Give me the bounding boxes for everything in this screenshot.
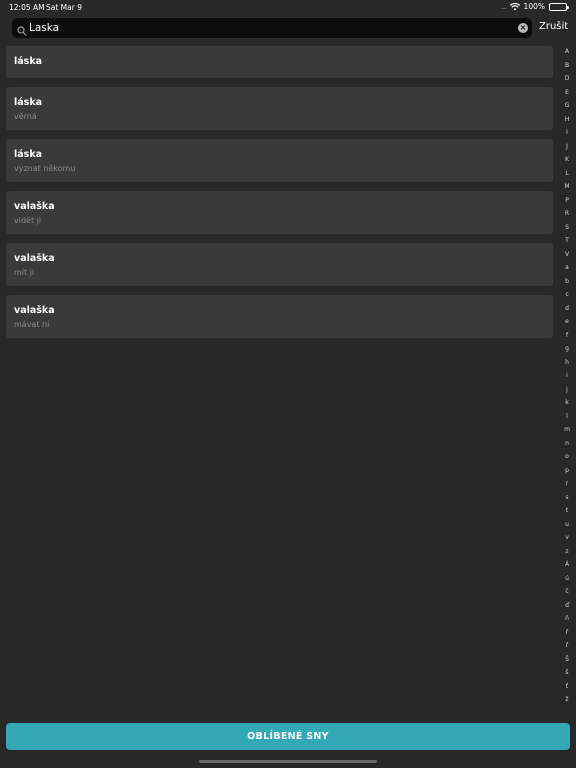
result-subtitle: věrná: [14, 112, 37, 121]
index-letter[interactable]: D: [565, 75, 570, 82]
index-letter[interactable]: s: [565, 494, 568, 501]
status-indicators: .... 100%: [500, 2, 569, 11]
result-word: valaška: [14, 201, 55, 212]
search-icon: [17, 22, 27, 41]
index-letter[interactable]: S: [565, 224, 569, 231]
index-letter[interactable]: i: [566, 372, 568, 379]
index-letter[interactable]: e: [565, 318, 569, 325]
index-letter[interactable]: H: [565, 116, 570, 123]
index-letter[interactable]: Á: [565, 561, 569, 568]
index-letter[interactable]: n: [565, 440, 569, 447]
index-letter[interactable]: u: [565, 521, 569, 528]
result-item[interactable]: láska věrná: [6, 87, 553, 130]
index-letter[interactable]: E: [565, 89, 569, 96]
index-letter[interactable]: g: [565, 345, 569, 352]
index-letter[interactable]: č: [565, 588, 568, 595]
cellular-signal-icon: ....: [500, 2, 507, 11]
status-date: Sat Mar 9: [46, 3, 82, 12]
index-letter[interactable]: l: [566, 413, 568, 420]
index-letter[interactable]: p: [565, 467, 569, 474]
index-letter[interactable]: ž: [565, 696, 568, 703]
favorite-dreams-button[interactable]: OBLÍBENÉ SNY: [6, 723, 570, 750]
result-word: láska: [14, 97, 43, 108]
result-subtitle: vyznat někomu: [14, 164, 76, 173]
index-letter[interactable]: Š: [565, 656, 569, 663]
index-letter[interactable]: K: [565, 156, 569, 163]
index-letter[interactable]: J: [566, 143, 568, 150]
result-word: valaška: [14, 253, 55, 264]
index-letter[interactable]: j: [566, 386, 568, 393]
result-word: láska: [14, 149, 43, 160]
result-subtitle: mít ji: [14, 268, 35, 277]
index-letter[interactable]: a: [565, 264, 569, 271]
index-letter[interactable]: M: [564, 183, 569, 190]
result-item[interactable]: valaška vidět ji: [6, 191, 553, 234]
result-subtitle: mávat ní: [14, 320, 50, 329]
index-letter[interactable]: P: [565, 197, 569, 204]
battery-icon: [549, 2, 569, 11]
status-time: 12:05 AM: [9, 3, 45, 12]
index-letter[interactable]: ď: [565, 602, 569, 609]
index-letter[interactable]: I: [566, 129, 568, 136]
index-letter[interactable]: c: [565, 291, 568, 298]
index-letter[interactable]: R: [565, 210, 569, 217]
index-letter[interactable]: h: [565, 359, 569, 366]
result-item[interactable]: valaška mávat ní: [6, 295, 553, 338]
index-letter[interactable]: L: [565, 170, 568, 177]
search-bar[interactable]: ×: [12, 18, 532, 38]
index-letter[interactable]: k: [565, 399, 568, 406]
index-letter[interactable]: z: [565, 548, 568, 555]
home-indicator: [199, 760, 377, 763]
index-letter[interactable]: V: [565, 251, 569, 258]
battery-percent: 100%: [523, 2, 545, 11]
result-item[interactable]: láska vyznat někomu: [6, 139, 553, 182]
index-letter[interactable]: m: [564, 426, 570, 433]
index-letter[interactable]: f: [566, 332, 568, 339]
cancel-button[interactable]: Zrušit: [539, 21, 568, 32]
index-letter[interactable]: ň: [565, 615, 569, 622]
index-letter[interactable]: B: [565, 62, 569, 69]
index-letter[interactable]: ú: [565, 575, 569, 582]
index-letter[interactable]: A: [565, 48, 569, 55]
status-bar: 12:05 AM Sat Mar 9 .... 100%: [0, 0, 576, 14]
result-item[interactable]: valaška mít ji: [6, 243, 553, 286]
index-letter[interactable]: r: [566, 480, 568, 487]
wifi-icon: [509, 2, 520, 11]
index-letter[interactable]: ť: [566, 683, 568, 690]
result-subtitle: vidět ji: [14, 216, 42, 225]
index-letter[interactable]: b: [565, 278, 569, 285]
index-letter[interactable]: ř: [566, 642, 568, 649]
index-letter[interactable]: ř: [566, 629, 568, 636]
index-letter[interactable]: T: [565, 237, 569, 244]
index-letter[interactable]: š: [565, 669, 568, 676]
index-letter[interactable]: o: [565, 453, 569, 460]
index-letter[interactable]: t: [566, 507, 568, 514]
clear-search-icon[interactable]: ×: [518, 23, 528, 33]
results-list: láska láska věrná láska vyznat někomu va…: [6, 46, 553, 347]
result-word: láska: [14, 56, 43, 67]
search-input[interactable]: [29, 20, 509, 36]
index-letter[interactable]: d: [565, 305, 569, 312]
index-letter[interactable]: v: [565, 534, 569, 541]
result-item[interactable]: láska: [6, 46, 553, 78]
alphabet-index[interactable]: ABDEGHIJKLMPRSTVabcdefghijklmnoprstuvzÁú…: [560, 48, 574, 703]
index-letter[interactable]: G: [565, 102, 570, 109]
result-word: valaška: [14, 305, 55, 316]
